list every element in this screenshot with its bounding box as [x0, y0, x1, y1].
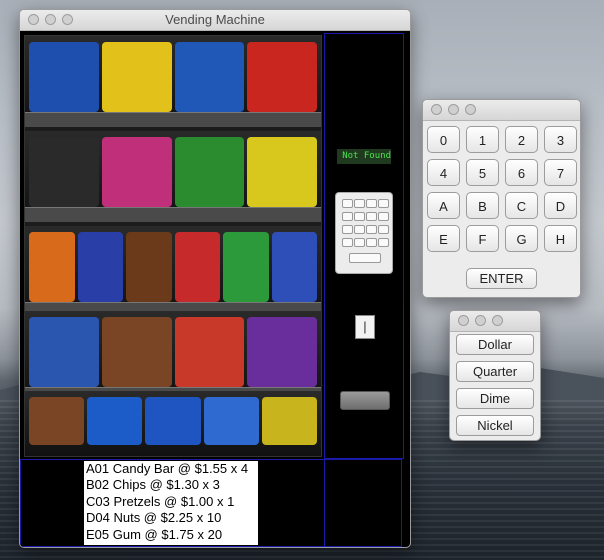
dispense-tray[interactable] — [340, 391, 390, 410]
bottom-right-panel — [324, 459, 402, 547]
photo-shelf — [25, 391, 321, 456]
dime-button[interactable]: Dime — [456, 388, 534, 409]
close-icon[interactable] — [458, 315, 469, 326]
key-3-button[interactable]: 3 — [544, 126, 577, 153]
photo-shelf — [25, 36, 321, 127]
minimize-icon[interactable] — [475, 315, 486, 326]
key-g-button[interactable]: G — [505, 225, 538, 252]
enter-button[interactable]: ENTER — [466, 268, 537, 289]
key-b-button[interactable]: B — [466, 192, 499, 219]
key-f-button[interactable]: F — [466, 225, 499, 252]
mini-keypad-icon — [335, 192, 393, 274]
inventory-item: C03 Pretzels @ $1.00 x 1 — [86, 493, 235, 509]
photo-shelf — [25, 226, 321, 317]
inventory-item: D04 Nuts @ $2.25 x 10 — [86, 510, 222, 526]
control-panel: Not Found | — [324, 33, 404, 459]
vending-machine-photo — [24, 35, 322, 457]
key-2-button[interactable]: 2 — [505, 126, 538, 153]
inventory-item: E05 Gum @ $1.75 x 20 — [86, 526, 223, 542]
quarter-button[interactable]: Quarter — [456, 361, 534, 382]
zoom-icon[interactable] — [62, 14, 73, 25]
key-h-button[interactable]: H — [544, 225, 577, 252]
minimize-icon[interactable] — [45, 14, 56, 25]
keypad-grid: 0 1 2 3 4 5 6 7 A B C D E F G H — [427, 126, 577, 252]
key-0-button[interactable]: 0 — [427, 126, 460, 153]
key-a-button[interactable]: A — [427, 192, 460, 219]
photo-shelf — [25, 311, 321, 402]
vending-machine-window: Vending Machine Not Found | A01 Candy Ba… — [19, 9, 411, 548]
vending-window-titlebar[interactable]: Vending Machine — [20, 10, 410, 31]
close-icon[interactable] — [28, 14, 39, 25]
key-5-button[interactable]: 5 — [466, 159, 499, 186]
keypad-window: 0 1 2 3 4 5 6 7 A B C D E F G H ENTER — [422, 99, 581, 298]
key-6-button[interactable]: 6 — [505, 159, 538, 186]
photo-shelf — [25, 131, 321, 222]
key-c-button[interactable]: C — [505, 192, 538, 219]
key-d-button[interactable]: D — [544, 192, 577, 219]
zoom-icon[interactable] — [492, 315, 503, 326]
key-4-button[interactable]: 4 — [427, 159, 460, 186]
key-1-button[interactable]: 1 — [466, 126, 499, 153]
coin-window: Dollar Quarter Dime Nickel — [449, 310, 541, 441]
dollar-button[interactable]: Dollar — [456, 334, 534, 355]
coin-window-titlebar[interactable] — [450, 311, 540, 332]
minimize-icon[interactable] — [448, 104, 459, 115]
key-e-button[interactable]: E — [427, 225, 460, 252]
status-display: Not Found — [337, 149, 391, 164]
zoom-icon[interactable] — [465, 104, 476, 115]
nickel-button[interactable]: Nickel — [456, 415, 534, 436]
inventory-item: A01 Candy Bar @ $1.55 x 4 — [86, 461, 249, 476]
coin-buttons: Dollar Quarter Dime Nickel — [456, 334, 534, 440]
key-7-button[interactable]: 7 — [544, 159, 577, 186]
inventory-item: B02 Chips @ $1.30 x 3 — [86, 477, 220, 493]
close-icon[interactable] — [431, 104, 442, 115]
window-title: Vending Machine — [165, 12, 265, 27]
keypad-window-titlebar[interactable] — [423, 100, 580, 121]
inventory-list: A01 Candy Bar @ $1.55 x 4 B02 Chips @ $1… — [84, 461, 258, 545]
coin-slot[interactable]: | — [355, 315, 375, 339]
vending-machine-body: Not Found | A01 Candy Bar @ $1.55 x 4 B0… — [20, 31, 410, 547]
